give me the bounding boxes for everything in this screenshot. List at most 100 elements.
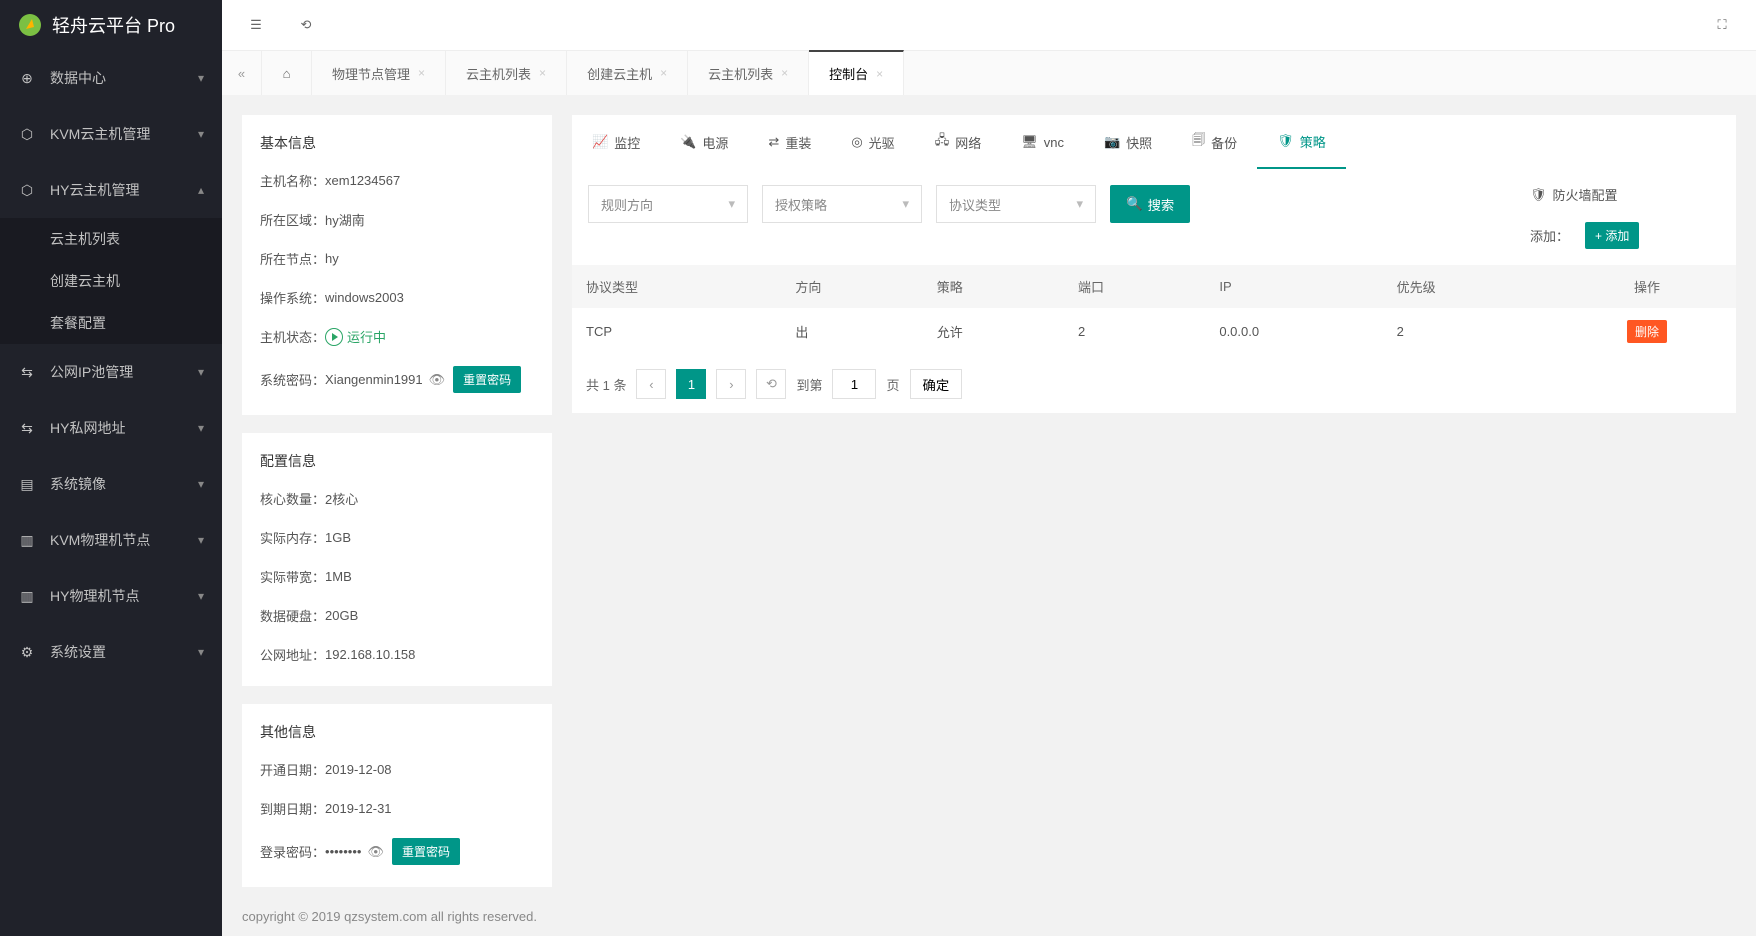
console-tab-4[interactable]: 🖧网络 <box>915 115 1002 169</box>
ip-value: 192.168.10.158 <box>325 647 415 662</box>
sidebar-subitem-2-2[interactable]: 套餐配置 <box>0 302 222 344</box>
config-info-panel: 配置信息 核心数量2核心 实际内存1GB 实际带宽1MB 数据硬盘20GB 公网… <box>242 433 552 686</box>
direction-select[interactable]: 规则方向▾ <box>588 185 748 223</box>
nav-label: 公网IP池管理 <box>50 362 198 382</box>
chevron-down-icon: ▾ <box>198 421 204 435</box>
page-tab-0[interactable]: 物理节点管理× <box>312 51 446 95</box>
close-icon[interactable]: × <box>539 66 546 80</box>
pager-total: 共 1 条 <box>586 375 626 394</box>
add-rule-button[interactable]: 添加 <box>1585 222 1639 249</box>
sidebar-item-4[interactable]: ⇆HY私网地址▾ <box>0 400 222 456</box>
console-tabs: 📈监控🔌电源 ⇄ 重装 ◎ 光驱 🖧网络🖥vnc📷快照🗐备份 🛡 策略 <box>572 115 1736 169</box>
shield-icon: 🛡 <box>1530 187 1547 203</box>
config-title: 配置信息 <box>260 451 534 471</box>
console-tab-3[interactable]: ◎ 光驱 <box>831 115 914 169</box>
filter-row: 规则方向▾ 授权策略▾ 协议类型▾ 🔍搜索 🛡防火墙配置 添加： 添加 <box>572 169 1736 265</box>
footer: copyright © 2019 qzsystem.com all rights… <box>222 896 1756 936</box>
pager-next-button[interactable]: › <box>716 369 746 399</box>
tab-icon: 📷 <box>1104 134 1120 150</box>
page-tab-1[interactable]: 云主机列表× <box>446 51 567 95</box>
col-header-4: IP <box>1205 265 1382 308</box>
add-label: 添加： <box>1530 226 1569 245</box>
play-icon <box>325 328 343 346</box>
nav-icon: ▥ <box>18 588 36 605</box>
pager-refresh-icon[interactable]: ⟲ <box>756 369 786 399</box>
col-header-1: 方向 <box>781 265 922 308</box>
tab-icon: 📈 <box>592 134 608 150</box>
sidebar-item-1[interactable]: ⬡KVM云主机管理▾ <box>0 106 222 162</box>
cores-label: 核心数量 <box>260 489 325 508</box>
tab-icon: 🛡 <box>1277 133 1294 149</box>
cores-value: 2核心 <box>325 489 358 508</box>
fullscreen-icon[interactable]: ⛶ <box>1708 11 1736 39</box>
console-tab-5[interactable]: 🖥vnc <box>1001 115 1084 169</box>
loginpwd-value: •••••••• <box>325 844 361 859</box>
tab-icon: 🖥 <box>1021 134 1038 150</box>
policy-select[interactable]: 授权策略▾ <box>762 185 922 223</box>
nav-icon: ⬡ <box>18 182 36 199</box>
console-tab-7[interactable]: 🗐备份 <box>1172 115 1257 169</box>
console-tab-8[interactable]: 🛡 策略 <box>1257 115 1346 169</box>
tab-icon: ◎ <box>851 134 862 150</box>
caret-down-icon: ▾ <box>728 196 735 212</box>
tab-icon: ⇄ <box>768 134 779 150</box>
search-button[interactable]: 🔍搜索 <box>1110 185 1190 223</box>
sidebar-item-7[interactable]: ▥HY物理机节点▾ <box>0 568 222 624</box>
tab-icon: 🔌 <box>680 134 696 150</box>
pager-prev-button[interactable]: ‹ <box>636 369 666 399</box>
pager-ok-button[interactable]: 确定 <box>910 369 963 399</box>
delete-button[interactable]: 删除 <box>1627 320 1667 343</box>
console-tab-1[interactable]: 🔌电源 <box>660 115 748 169</box>
page-tabs: « ⌂ 物理节点管理×云主机列表×创建云主机×云主机列表×控制台× <box>222 50 1756 95</box>
protocol-select[interactable]: 协议类型▾ <box>936 185 1096 223</box>
col-header-3: 端口 <box>1064 265 1205 308</box>
expire-label: 到期日期 <box>260 799 325 818</box>
eye-icon[interactable]: 👁 <box>367 844 384 860</box>
pager-page-1[interactable]: 1 <box>676 369 706 399</box>
pager-page-unit: 页 <box>886 375 899 394</box>
other-title: 其他信息 <box>260 722 534 742</box>
nav-label: 系统设置 <box>50 642 198 662</box>
nav-label: HY云主机管理 <box>50 180 198 200</box>
sidebar-item-3[interactable]: ⇆公网IP池管理▾ <box>0 344 222 400</box>
tabs-prev-icon[interactable]: « <box>222 51 262 95</box>
chevron-down-icon: ▾ <box>198 127 204 141</box>
close-icon[interactable]: × <box>418 66 425 80</box>
console-panel: 📈监控🔌电源 ⇄ 重装 ◎ 光驱 🖧网络🖥vnc📷快照🗐备份 🛡 策略 规则方向▾ 授权策略▾… <box>572 115 1736 413</box>
col-header-5: 优先级 <box>1383 265 1558 308</box>
nav-icon: ⬡ <box>18 126 36 143</box>
eye-off-icon[interactable]: 👁 <box>429 372 446 388</box>
sidebar-subitem-2-0[interactable]: 云主机列表 <box>0 218 222 260</box>
tab-label: 重装 <box>785 133 811 152</box>
cell-ip: 0.0.0.0 <box>1205 308 1382 355</box>
sidebar-item-5[interactable]: ▤系统镜像▾ <box>0 456 222 512</box>
close-icon[interactable]: × <box>660 66 667 80</box>
sidebar-item-0[interactable]: ⊕数据中心▾ <box>0 50 222 106</box>
close-icon[interactable]: × <box>876 67 883 81</box>
loginpwd-label: 登录密码 <box>260 842 325 861</box>
mem-value: 1GB <box>325 530 351 545</box>
console-tab-6[interactable]: 📷快照 <box>1084 115 1172 169</box>
syspwd-value: Xiangenmin1991 <box>325 372 423 387</box>
page-tab-3[interactable]: 云主机列表× <box>688 51 809 95</box>
page-tab-2[interactable]: 创建云主机× <box>567 51 688 95</box>
close-icon[interactable]: × <box>781 66 788 80</box>
open-value: 2019-12-08 <box>325 762 392 777</box>
sidebar-subitem-2-1[interactable]: 创建云主机 <box>0 260 222 302</box>
sidebar-item-6[interactable]: ▥KVM物理机节点▾ <box>0 512 222 568</box>
basic-title: 基本信息 <box>260 133 534 153</box>
pager-goto-input[interactable] <box>832 369 876 399</box>
sidebar-item-2[interactable]: ⬡ HY云主机管理▴ <box>0 162 222 218</box>
reset-syspwd-button[interactable]: 重置密码 <box>453 366 521 393</box>
console-tab-0[interactable]: 📈监控 <box>572 115 660 169</box>
console-tab-2[interactable]: ⇄ 重装 <box>748 115 831 169</box>
refresh-icon[interactable]: ⟲ <box>292 11 320 39</box>
home-tab[interactable]: ⌂ <box>262 51 312 95</box>
page-tab-4[interactable]: 控制台× <box>809 50 904 95</box>
menu-toggle-icon[interactable]: ☰ <box>242 11 270 39</box>
sidebar-item-8[interactable]: ⚙系统设置▾ <box>0 624 222 680</box>
chevron-up-icon: ▴ <box>198 183 204 197</box>
tab-label: 策略 <box>1300 132 1326 151</box>
reset-loginpwd-button[interactable]: 重置密码 <box>392 838 460 865</box>
tab-label: 光驱 <box>869 133 895 152</box>
